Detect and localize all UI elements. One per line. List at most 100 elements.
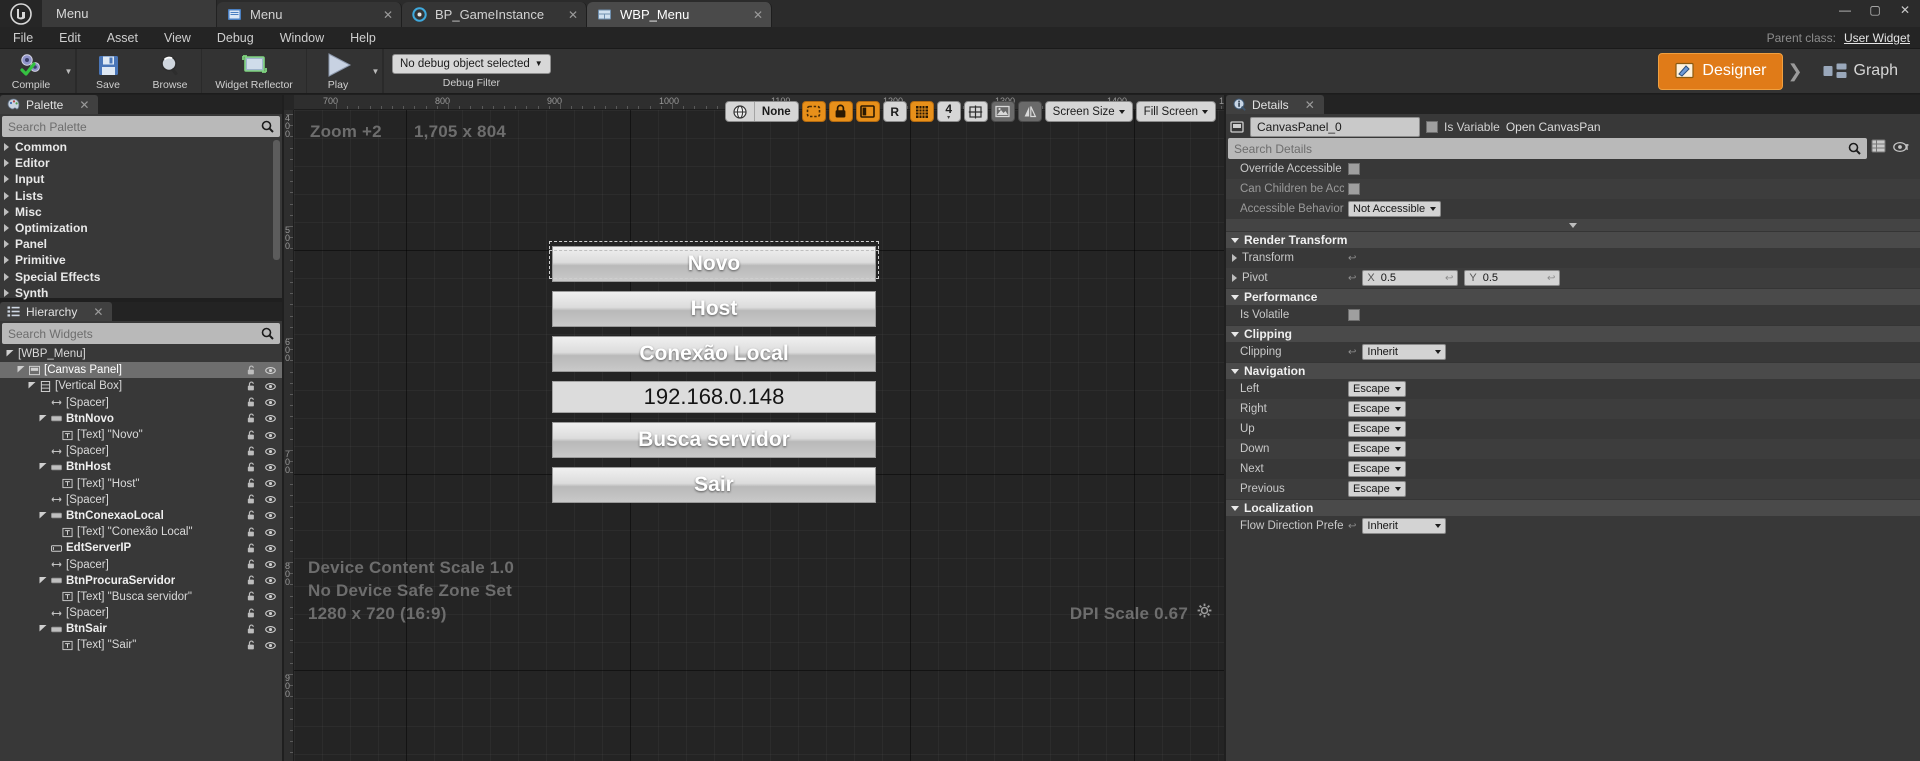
widget-reflector-button[interactable]: Widget Reflector xyxy=(202,49,306,93)
close-icon[interactable]: ✕ xyxy=(741,8,763,22)
visibility-toggle[interactable] xyxy=(265,591,276,602)
palette-category-lists[interactable]: Lists xyxy=(0,188,282,204)
details-section-clipping[interactable]: Clipping xyxy=(1226,325,1920,342)
visibility-toggle[interactable] xyxy=(265,397,276,408)
parent-class-value[interactable]: User Widget xyxy=(1844,31,1910,45)
minimize-icon[interactable]: — xyxy=(1830,0,1860,20)
search-widgets-input[interactable] xyxy=(8,326,255,341)
preview-button-sair[interactable]: Sair xyxy=(552,467,876,503)
property-select[interactable]: Escape xyxy=(1348,461,1406,477)
open-canvas-link[interactable]: Open CanvasPan xyxy=(1506,120,1601,134)
property-select[interactable]: Inherit xyxy=(1362,518,1447,534)
globe-icon[interactable] xyxy=(726,102,754,121)
preview-button-busca-servidor[interactable]: Busca servidor xyxy=(552,422,876,458)
visibility-toggle[interactable] xyxy=(265,413,276,424)
reset-to-default-icon[interactable]: ↩ xyxy=(1348,273,1356,284)
visibility-toggle[interactable] xyxy=(265,510,276,521)
property-checkbox[interactable] xyxy=(1348,183,1360,195)
reset-to-default-icon[interactable]: ↩ xyxy=(1348,521,1356,532)
designer-viewport[interactable]: 7008009001000110012001300140015001600170… xyxy=(284,95,1224,761)
visibility-toggle[interactable] xyxy=(265,559,276,570)
visibility-toggle[interactable] xyxy=(265,527,276,538)
lock-toggle[interactable] xyxy=(246,575,257,586)
mirror-icon[interactable] xyxy=(1017,101,1042,122)
lock-toggle[interactable] xyxy=(246,494,257,505)
property-select[interactable]: Escape xyxy=(1348,421,1406,437)
close-icon[interactable]: ✕ xyxy=(371,8,393,22)
property-select[interactable]: Escape xyxy=(1348,381,1406,397)
is-variable-checkbox[interactable] xyxy=(1426,121,1438,133)
property-label-group[interactable]: Pivot xyxy=(1226,272,1344,284)
play-button[interactable]: Play xyxy=(307,49,369,93)
menu-item-view[interactable]: View xyxy=(151,27,204,49)
palette-search-row[interactable] xyxy=(2,116,280,137)
lock-toggle[interactable] xyxy=(246,397,257,408)
menu-item-file[interactable]: File xyxy=(0,27,46,49)
hierarchy-row-btnprocuraservidor[interactable]: BtnProcuraServidor xyxy=(0,573,282,589)
hierarchy-row-text-novo[interactable]: [Text] "Novo" xyxy=(0,427,282,443)
menu-item-asset[interactable]: Asset xyxy=(94,27,151,49)
details-settings-icon[interactable] xyxy=(1893,140,1910,158)
grid-size-stepper[interactable]: 4 ▾ xyxy=(936,101,961,122)
debug-object-select[interactable]: No debug object selected ▼ xyxy=(392,53,551,74)
palette-category-special-effects[interactable]: Special Effects xyxy=(0,269,282,285)
visibility-toggle[interactable] xyxy=(265,446,276,457)
lock-toggle[interactable] xyxy=(246,478,257,489)
details-section-render-transform[interactable]: Render Transform xyxy=(1226,231,1920,248)
hierarchy-tab[interactable]: Hierarchy ✕ xyxy=(0,302,113,321)
lock-toggle[interactable] xyxy=(246,430,257,441)
close-window-icon[interactable]: ✕ xyxy=(1890,0,1920,20)
fit-to-content-icon[interactable] xyxy=(963,101,988,122)
property-select[interactable]: Escape xyxy=(1348,401,1406,417)
lock-toggle[interactable] xyxy=(246,365,257,376)
expander-collapse-icon[interactable] xyxy=(6,348,14,360)
preview-button-host[interactable]: Host xyxy=(552,291,876,327)
details-section-performance[interactable]: Performance xyxy=(1226,288,1920,305)
reset-icon[interactable]: ↩ xyxy=(1547,273,1555,284)
visibility-toggle[interactable] xyxy=(265,365,276,376)
lock-toggle[interactable] xyxy=(246,510,257,521)
close-icon[interactable]: ✕ xyxy=(93,305,103,319)
details-collapse-strip[interactable] xyxy=(1226,219,1920,231)
details-section-localization[interactable]: Localization xyxy=(1226,499,1920,516)
reset-to-default-icon[interactable]: ↩ xyxy=(1348,253,1356,264)
palette-category-primitive[interactable]: Primitive xyxy=(0,252,282,268)
hierarchy-row-text-host[interactable]: [Text] "Host" xyxy=(0,476,282,492)
visibility-toggle[interactable] xyxy=(265,575,276,586)
hierarchy-row-btnhost[interactable]: BtnHost xyxy=(0,459,282,475)
hierarchy-row-edtserverip[interactable]: EdtServerIP xyxy=(0,540,282,556)
lock-toggle[interactable] xyxy=(246,381,257,392)
reset-to-default-icon[interactable]: ↩ xyxy=(1348,347,1356,358)
project-tab[interactable]: Menu xyxy=(42,0,217,27)
hierarchy-row-btnconexaolocal[interactable]: BtnConexaoLocal xyxy=(0,508,282,524)
tab-graph[interactable]: Graph xyxy=(1807,53,1914,90)
lock-toggle[interactable] xyxy=(246,624,257,635)
hierarchy-search-row[interactable] xyxy=(2,323,280,344)
document-tab-wbp-menu[interactable]: WBP_Menu ✕ xyxy=(587,2,772,27)
preview-button-conex-o-local[interactable]: Conexão Local xyxy=(552,336,876,372)
property-select[interactable]: Not Accessible xyxy=(1348,201,1442,217)
expander-collapse-icon[interactable] xyxy=(39,413,47,425)
property-select[interactable]: Escape xyxy=(1348,441,1406,457)
expander-collapse-icon[interactable] xyxy=(28,380,36,392)
expander-collapse-icon[interactable] xyxy=(39,510,47,522)
expander-collapse-icon[interactable] xyxy=(17,364,25,376)
lock-toggle[interactable] xyxy=(246,559,257,570)
hierarchy-row-text-busca-servidor[interactable]: [Text] "Busca servidor" xyxy=(0,589,282,605)
palette-category-input[interactable]: Input xyxy=(0,171,282,187)
menu-item-window[interactable]: Window xyxy=(267,27,337,49)
lock-toggle[interactable] xyxy=(246,640,257,651)
grid-icon[interactable] xyxy=(909,101,934,122)
search-palette-input[interactable] xyxy=(8,119,255,134)
screen-size-select[interactable]: Screen Size xyxy=(1044,101,1133,122)
property-checkbox[interactable] xyxy=(1348,309,1360,321)
palette-scrollbar[interactable] xyxy=(273,140,280,260)
hierarchy-row-spacer[interactable]: [Spacer] xyxy=(0,395,282,411)
browse-button[interactable]: Browse xyxy=(139,49,201,93)
lock-toggle[interactable] xyxy=(246,608,257,619)
lock-toggle[interactable] xyxy=(246,527,257,538)
palette-category-optimization[interactable]: Optimization xyxy=(0,220,282,236)
details-grid-view-icon[interactable] xyxy=(1871,139,1886,158)
details-section-navigation[interactable]: Navigation xyxy=(1226,362,1920,379)
visibility-toggle[interactable] xyxy=(265,381,276,392)
